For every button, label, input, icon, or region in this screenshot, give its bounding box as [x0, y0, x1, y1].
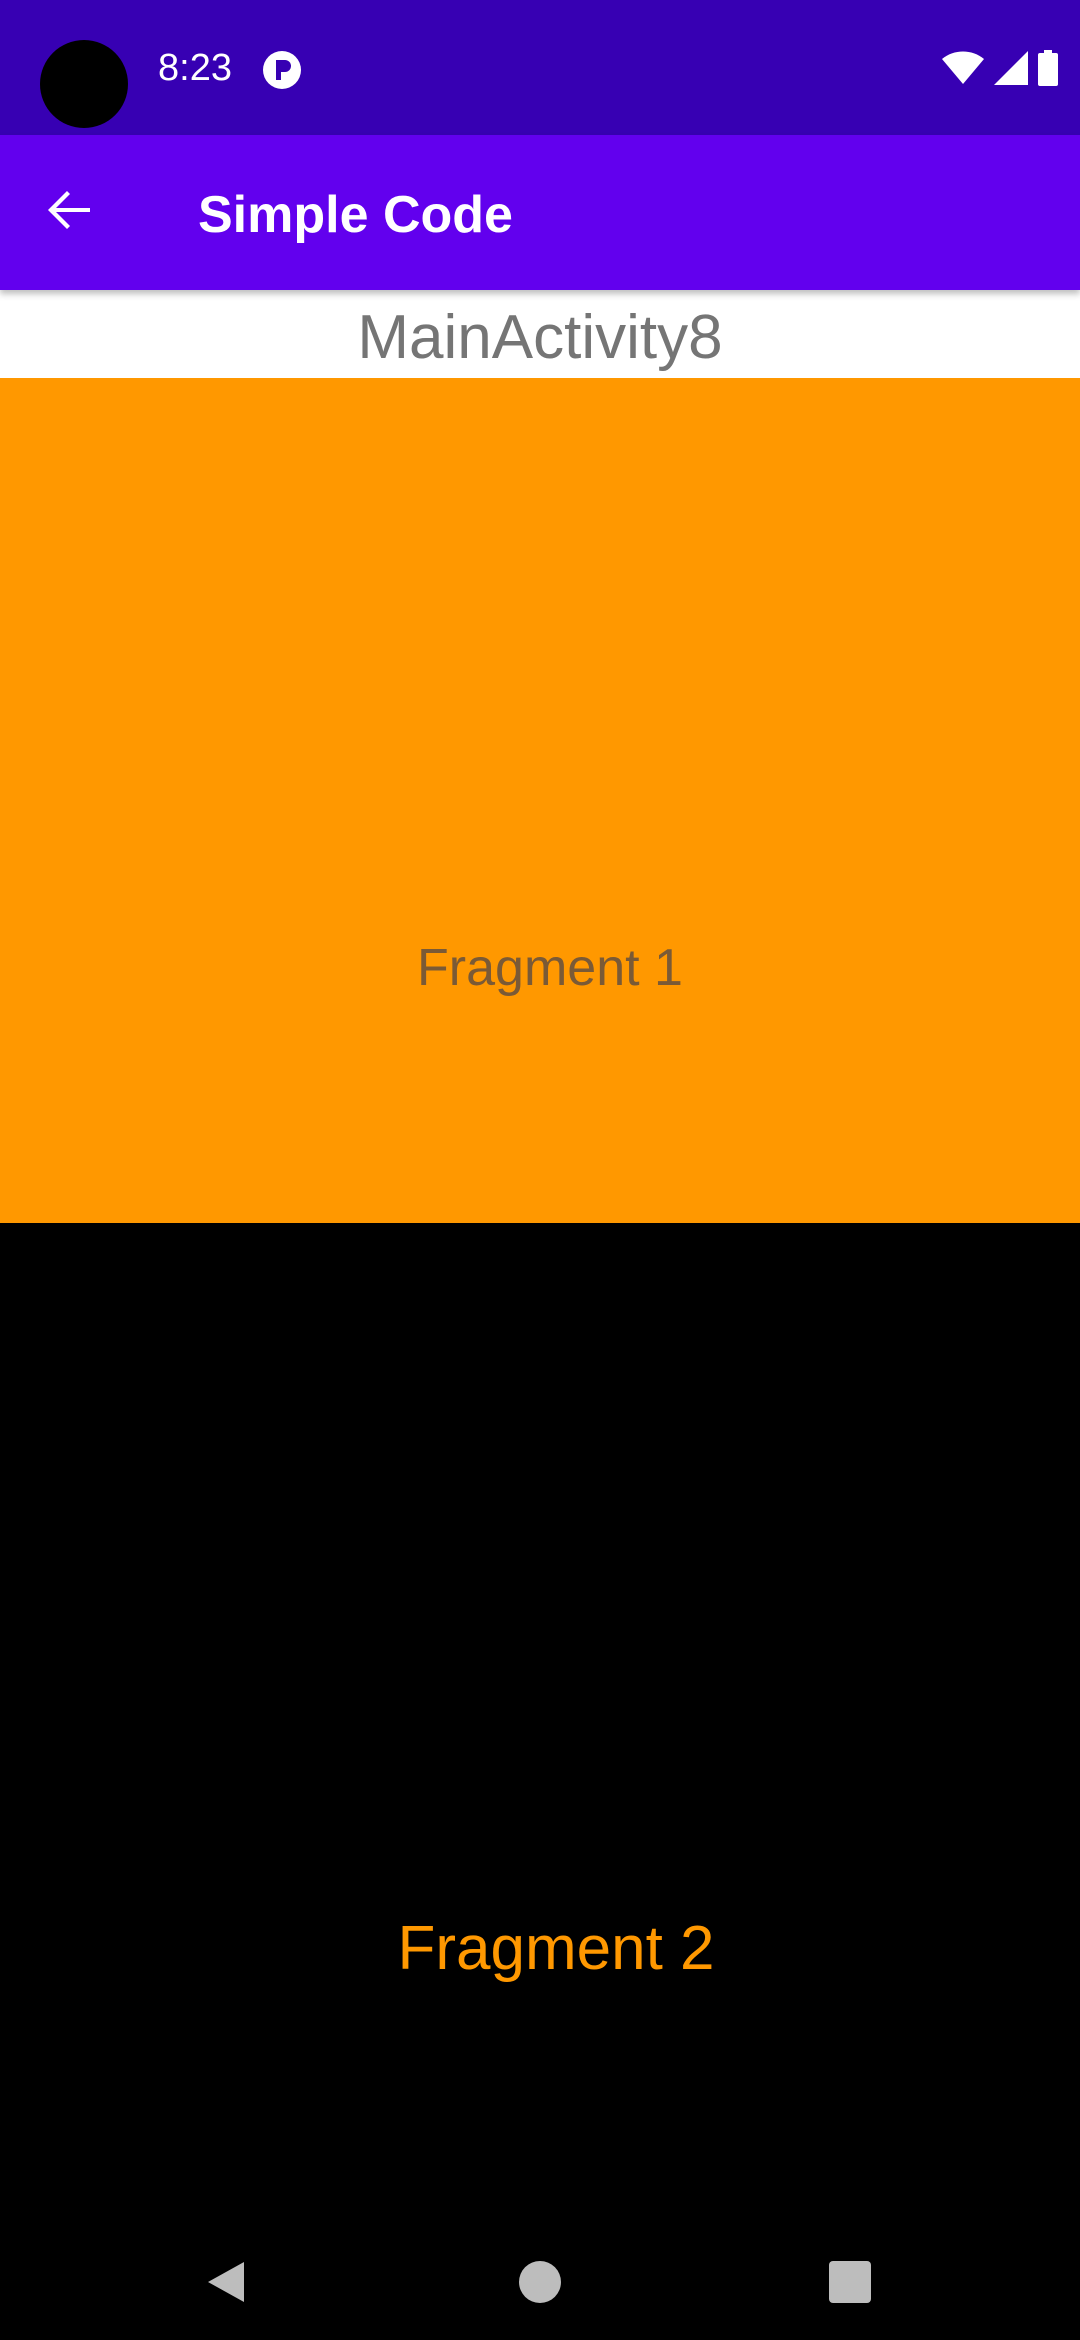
nav-home-icon: [518, 2260, 562, 2309]
activity-label: MainActivity8: [357, 303, 723, 372]
nav-recents-button[interactable]: [810, 2244, 890, 2324]
status-icons: [942, 48, 1058, 88]
parking-notification-icon: [262, 50, 302, 90]
nav-recents-icon: [829, 2260, 871, 2308]
camera-cutout: [40, 40, 128, 128]
activity-header: MainActivity8: [0, 290, 1080, 378]
navigation-bar: [0, 2228, 1080, 2340]
status-time: 8:23: [158, 47, 232, 89]
screen: 8:23 Simple Code MainActivity8 Fragment …: [0, 0, 1080, 2340]
status-bar: 8:23: [0, 0, 1080, 135]
app-title: Simple Code: [198, 186, 513, 244]
signal-icon: [994, 51, 1028, 85]
nav-back-icon: [202, 2258, 250, 2311]
wifi-icon: [942, 51, 984, 85]
back-button[interactable]: [30, 172, 110, 252]
app-bar: Simple Code: [0, 135, 1080, 290]
fragment-1-label: Fragment 1: [417, 939, 683, 997]
fragment-2-label: Fragment 2: [397, 1914, 715, 1983]
nav-back-button[interactable]: [186, 2244, 266, 2324]
battery-icon: [1038, 50, 1058, 86]
nav-home-button[interactable]: [500, 2244, 580, 2324]
fragment-1-container: Fragment 1: [0, 378, 1080, 1223]
fragment-2-container: Fragment 2: [0, 1223, 1080, 2228]
arrow-back-icon: [46, 186, 94, 239]
